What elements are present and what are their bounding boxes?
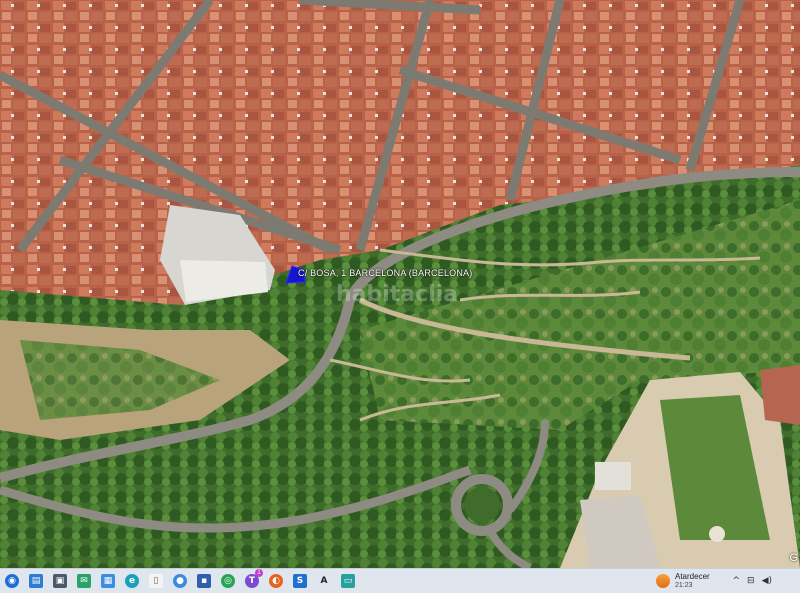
system-tray: ^ ⊟ ◀) (732, 569, 772, 593)
corner-mark: G (789, 552, 798, 564)
weather-time: 21:23 (675, 582, 693, 589)
weather-title: Atardecer (675, 572, 710, 581)
parcel-label: C/ BOSA, 1 BARCELONA (BARCELONA) (298, 268, 473, 278)
folder-icon[interactable]: ● (168, 569, 192, 593)
save-icon[interactable]: ▪ (192, 569, 216, 593)
taskbar: ◉ ▤ ▣ ✉ ▦ e ▯ ● ▪ ◎ T1 ◐ S A ▭ Atardecer… (0, 568, 800, 593)
weather-widget[interactable]: Atardecer 21:23 (656, 571, 710, 591)
sunset-icon (656, 574, 670, 588)
mail-icon[interactable]: ✉ (72, 569, 96, 593)
network-icon[interactable]: ⊟ (747, 576, 755, 586)
satellite-map[interactable]: C/ BOSA, 1 BARCELONA (BARCELONA) habitac… (0, 0, 800, 568)
edge-icon[interactable]: e (120, 569, 144, 593)
documents-icon[interactable]: ▯ (144, 569, 168, 593)
chevron-up-icon[interactable]: ^ (732, 576, 740, 586)
app-a-icon[interactable]: A (312, 569, 336, 593)
photos-icon[interactable]: ▦ (96, 569, 120, 593)
app-window-icon[interactable]: ▭ (336, 569, 360, 593)
start-icon[interactable]: ◉ (0, 569, 24, 593)
chrome-icon[interactable]: ◎ (216, 569, 240, 593)
app-s-icon[interactable]: S (288, 569, 312, 593)
store-icon[interactable]: ▣ (48, 569, 72, 593)
volume-icon[interactable]: ◀) (762, 576, 772, 586)
watermark: habitaclia (336, 282, 459, 307)
teams-icon[interactable]: T1 (240, 569, 264, 593)
firefox-icon[interactable]: ◐ (264, 569, 288, 593)
file-explorer-icon[interactable]: ▤ (24, 569, 48, 593)
notification-badge-icon: 1 (255, 569, 263, 577)
